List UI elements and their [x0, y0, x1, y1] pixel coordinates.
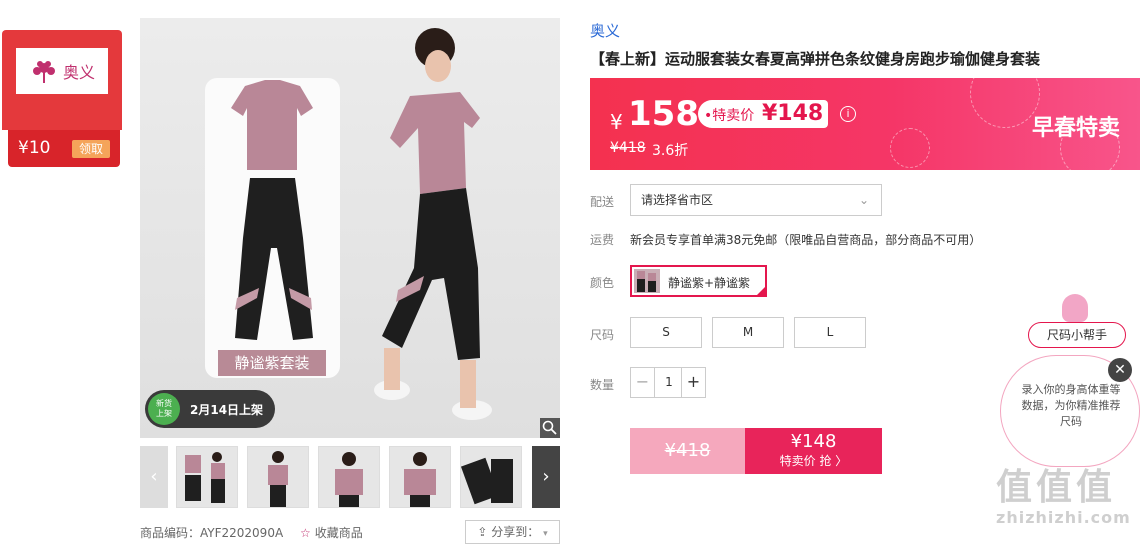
main-product-image[interactable]: 静谧紫套装 新货 上架 2月14日上架 — [140, 18, 560, 438]
helper-mascot-icon — [1062, 294, 1088, 322]
new-badge-line1: 新货 — [156, 399, 172, 408]
lotus-icon — [32, 61, 55, 83]
thumbnail[interactable] — [318, 446, 380, 508]
size-helper-text: 录入你的身高体重等数据，为你精准推荐尺码 — [1021, 383, 1121, 428]
product-code: 商品编码：AYF2202090A — [140, 526, 284, 540]
thumbnail[interactable] — [176, 446, 238, 508]
star-icon: ☆ — [300, 526, 311, 540]
quantity-stepper: − 1 + — [630, 367, 706, 398]
watermark-text: zhizhizhi.com — [996, 508, 1131, 527]
current-price: 158 — [628, 94, 699, 134]
buy-cta: 特卖价 抢 〉 — [779, 454, 848, 468]
original-price: ¥418 — [610, 140, 646, 156]
thumbnail-image — [404, 452, 436, 507]
coupon-card[interactable]: 奥义 ¥10 领取 — [2, 30, 122, 167]
share-button[interactable]: ⇪ 分享到： ▾ — [465, 520, 560, 544]
chevron-left-icon: ‹ — [150, 466, 158, 487]
model-illustration — [374, 28, 492, 420]
chevron-right-icon: › — [542, 466, 550, 487]
watermark: 值值值 zhizhizhi.com — [996, 467, 1136, 528]
quantity-increase-button[interactable]: + — [681, 368, 705, 397]
swatch-image — [637, 271, 656, 292]
close-icon[interactable]: ✕ — [1108, 358, 1132, 382]
product-title: 【春上新】运动服套装女春夏高弹拼色条纹健身房跑步瑜伽健身套装 — [590, 50, 1041, 68]
product-flatlay-card — [205, 78, 340, 378]
size-helper-title[interactable]: 尺码小帮手 — [1028, 322, 1126, 348]
thumbnail-strip: ‹ › — [140, 446, 560, 508]
quantity-decrease-button[interactable]: − — [631, 368, 655, 397]
magnifier-icon — [542, 420, 557, 435]
price-banner: ¥ 158 •特卖价 ¥148 i ¥418 3.6折 早春特卖 — [590, 78, 1140, 170]
new-badge-line2: 上架 — [156, 409, 172, 418]
shipping-info: 新会员专享首单满38元免邮（限唯品自营商品，部分商品不可用） — [630, 233, 982, 247]
shipping-label: 运费 — [590, 233, 615, 247]
quantity-label: 数量 — [590, 378, 615, 392]
color-option-label: 静谧紫+静谧紫 — [668, 276, 751, 290]
buy-amount: ¥148 — [790, 431, 837, 452]
info-icon[interactable]: i — [840, 106, 856, 122]
coupon-footer: ¥10 领取 — [8, 130, 120, 167]
favorite-label: 收藏商品 — [314, 526, 363, 540]
thumbnail-prev-button[interactable]: ‹ — [140, 446, 168, 508]
claim-coupon-button[interactable]: 领取 — [72, 140, 110, 158]
favorite-button[interactable]: ☆ 收藏商品 — [300, 524, 363, 541]
brand-name: 奥义 — [62, 63, 95, 82]
quantity-value[interactable]: 1 — [655, 368, 683, 397]
watermark-logo: 值值值 — [996, 467, 1117, 508]
region-select[interactable]: 请选择省市区 ⌄ — [630, 184, 882, 216]
size-option-l[interactable]: L — [794, 317, 866, 348]
chevron-down-icon: ▾ — [543, 529, 548, 539]
special-price-label: •特卖价 — [704, 108, 755, 124]
color-option[interactable]: 静谧紫+静谧紫 — [630, 265, 767, 297]
buy-button[interactable]: ¥418 ¥148 特卖价 抢 〉 — [630, 428, 882, 474]
thumbnail-image — [460, 457, 513, 505]
special-price-tag: •特卖价 ¥148 — [698, 100, 828, 128]
buy-original-price: ¥418 — [630, 428, 745, 474]
outfit-illustration — [231, 80, 313, 340]
set-label: 静谧紫套装 — [218, 350, 326, 376]
thumbnail-image — [335, 452, 363, 507]
special-price-value: ¥148 — [762, 101, 824, 126]
promo-name: 早春特卖 — [1031, 116, 1120, 141]
check-icon — [755, 285, 767, 297]
price-currency: ¥ — [610, 110, 623, 134]
new-arrival-badge: 新货 上架 2月14日上架 — [145, 390, 275, 428]
thumbnail-image — [268, 451, 288, 507]
share-label: 分享到： — [491, 525, 540, 539]
coupon-header: 奥义 — [2, 30, 122, 130]
buy-now[interactable]: ¥148 特卖价 抢 〉 — [745, 428, 882, 474]
delivery-label: 配送 — [590, 195, 615, 209]
thumbnail-image — [185, 452, 225, 503]
size-option-m[interactable]: M — [712, 317, 784, 348]
thumbnail[interactable] — [460, 446, 522, 508]
brand-logo: 奥义 — [16, 48, 108, 94]
zoom-button[interactable] — [540, 418, 560, 438]
product-meta-row: 商品编码：AYF2202090A ☆ 收藏商品 ⇪ 分享到： ▾ — [140, 520, 560, 544]
size-label: 尺码 — [590, 328, 615, 342]
launch-date: 2月14日上架 — [190, 403, 264, 417]
chevron-down-icon: ⌄ — [858, 193, 869, 207]
color-label: 颜色 — [590, 276, 615, 290]
size-option-s[interactable]: S — [630, 317, 702, 348]
new-badge-icon: 新货 上架 — [148, 393, 180, 425]
color-swatch — [634, 269, 660, 293]
firework-decoration — [970, 78, 1040, 128]
thumbnail-next-button[interactable]: › — [532, 446, 560, 508]
discount: 3.6折 — [652, 143, 689, 159]
firework-decoration — [890, 128, 930, 168]
region-value: 请选择省市区 — [641, 193, 714, 207]
thumbnail[interactable] — [389, 446, 451, 508]
brand-link[interactable]: 奥义 — [590, 20, 620, 41]
share-icon: ⇪ — [477, 525, 488, 539]
thumbnail[interactable] — [247, 446, 309, 508]
coupon-amount: ¥10 — [18, 138, 51, 158]
